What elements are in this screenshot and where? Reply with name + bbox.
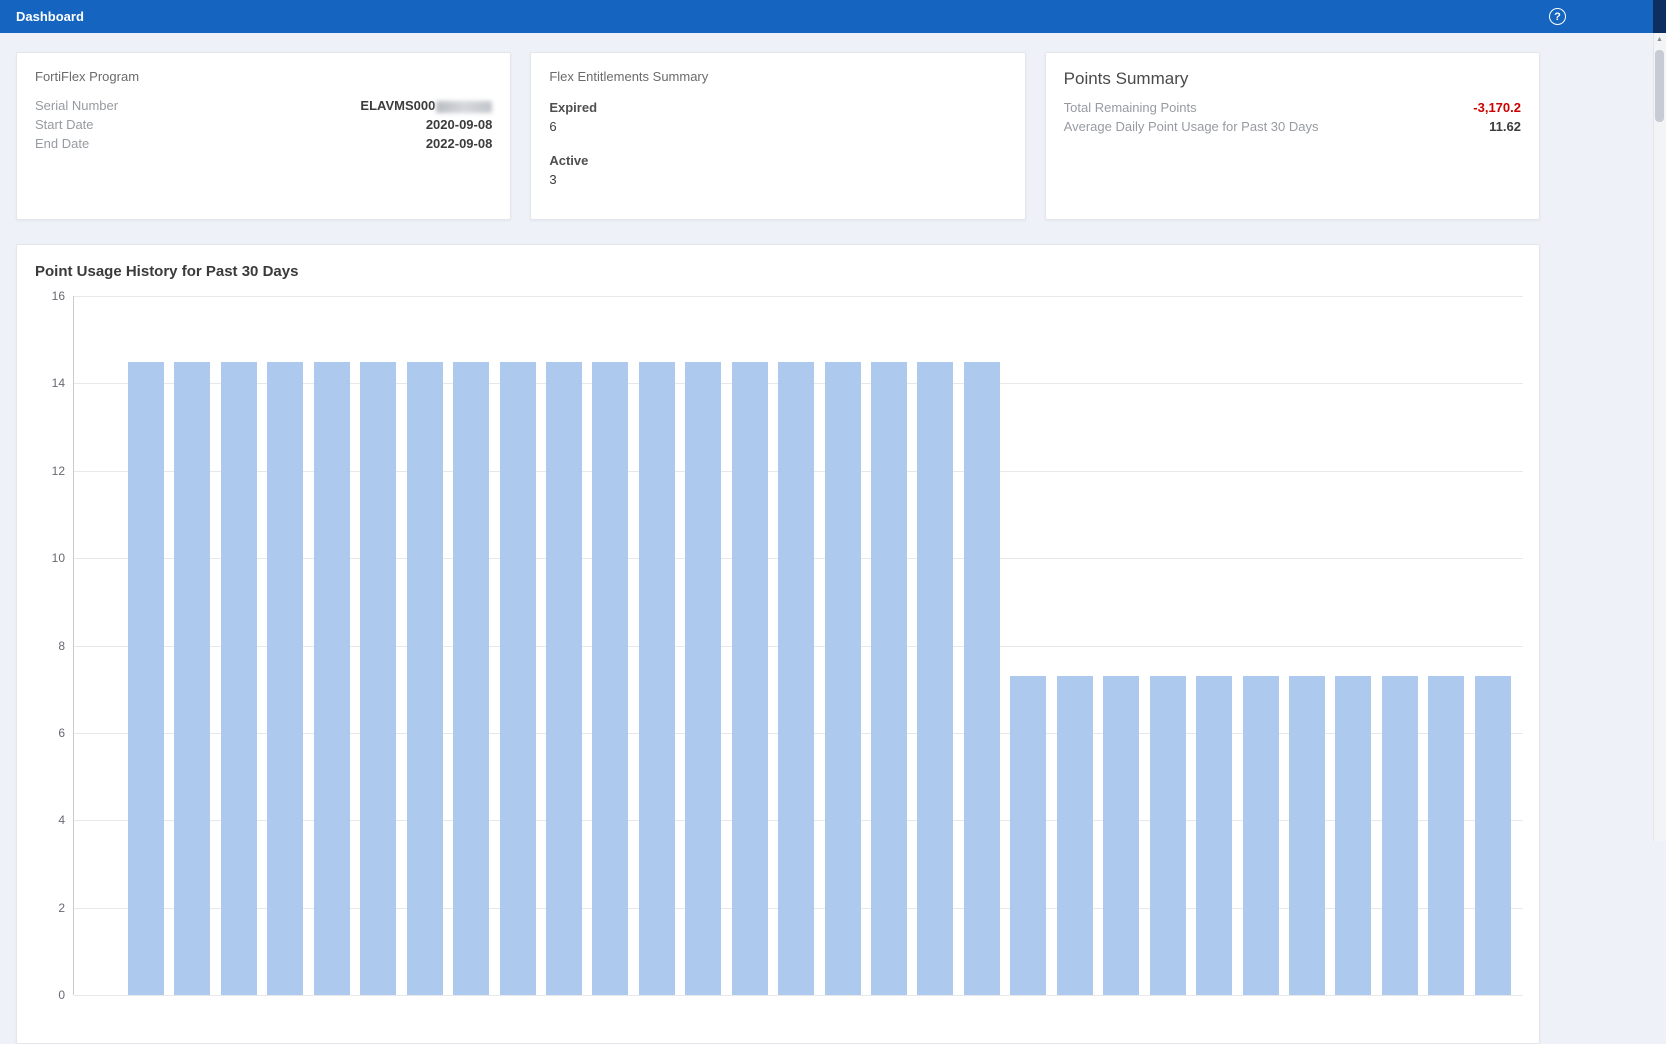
chart-plot xyxy=(73,296,1523,995)
bar-day-29 xyxy=(1428,676,1464,995)
bar-day-14 xyxy=(732,362,768,996)
y-axis-tick-label: 8 xyxy=(58,639,65,653)
bar-day-11 xyxy=(592,362,628,996)
bar-day-12 xyxy=(639,362,675,996)
chart-y-axis: 1614121086420 xyxy=(35,296,73,995)
avg-daily-usage-label: Average Daily Point Usage for Past 30 Da… xyxy=(1064,117,1319,136)
points-card-title: Points Summary xyxy=(1064,69,1521,89)
serial-number-label: Serial Number xyxy=(35,96,118,115)
entitlements-card-title: Flex Entitlements Summary xyxy=(549,69,1006,84)
expired-group: Expired 6 xyxy=(549,98,1006,136)
scrollbar[interactable]: ▲ xyxy=(1653,0,1666,841)
bar-day-20 xyxy=(1010,676,1046,995)
bar-day-10 xyxy=(546,362,582,996)
bar-day-15 xyxy=(778,362,814,996)
y-axis-tick-label: 2 xyxy=(58,901,65,915)
y-axis-tick-label: 6 xyxy=(58,726,65,740)
bar-day-25 xyxy=(1243,676,1279,995)
scrollbar-corner xyxy=(1653,0,1666,33)
start-date-row: Start Date 2020-09-08 xyxy=(35,115,492,134)
card-points-summary: Points Summary Total Remaining Points -3… xyxy=(1045,52,1540,220)
total-remaining-points-row: Total Remaining Points -3,170.2 xyxy=(1064,98,1521,117)
card-point-usage-history: Point Usage History for Past 30 Days 16 1… xyxy=(16,244,1540,1044)
bar-day-22 xyxy=(1103,676,1139,995)
bar-day-16 xyxy=(825,362,861,996)
serial-number-row: Serial Number ELAVMS000 xyxy=(35,96,492,115)
card-fortiflex-program: FortiFlex Program Serial Number ELAVMS00… xyxy=(16,52,511,220)
total-remaining-points-value: -3,170.2 xyxy=(1473,98,1521,117)
main-content: FortiFlex Program Serial Number ELAVMS00… xyxy=(16,52,1540,1044)
fortiflex-card-title: FortiFlex Program xyxy=(35,69,492,84)
bar-day-2 xyxy=(174,362,210,996)
bar-day-24 xyxy=(1196,676,1232,995)
bar-day-27 xyxy=(1335,676,1371,995)
bar-day-18 xyxy=(917,362,953,996)
y-axis-tick-label: 10 xyxy=(52,551,65,565)
bar-day-8 xyxy=(453,362,489,996)
bar-day-23 xyxy=(1150,676,1186,995)
redacted-serial-blur xyxy=(436,101,492,113)
bar-day-4 xyxy=(267,362,303,996)
total-remaining-points-label: Total Remaining Points xyxy=(1064,98,1197,117)
bar-day-1 xyxy=(128,362,164,996)
expired-count: 6 xyxy=(549,117,1006,136)
summary-cards-row: FortiFlex Program Serial Number ELAVMS00… xyxy=(16,52,1540,220)
bar-day-28 xyxy=(1382,676,1418,995)
scrollbar-thumb[interactable] xyxy=(1655,50,1664,122)
bar-day-3 xyxy=(221,362,257,996)
bar-day-6 xyxy=(360,362,396,996)
y-axis-tick-label: 4 xyxy=(58,813,65,827)
y-axis-tick-label: 14 xyxy=(52,376,65,390)
avg-daily-usage-value: 11.62 xyxy=(1489,117,1521,136)
end-date-value: 2022-09-08 xyxy=(426,134,493,153)
y-axis-tick-label: 0 xyxy=(58,988,65,1002)
active-group: Active 3 xyxy=(549,151,1006,189)
bar-day-13 xyxy=(685,362,721,996)
scrollbar-up-arrow[interactable]: ▲ xyxy=(1653,36,1666,43)
serial-number-value: ELAVMS000 xyxy=(360,96,492,115)
top-bar: Dashboard ? xyxy=(0,0,1666,33)
end-date-label: End Date xyxy=(35,134,89,153)
active-count: 3 xyxy=(549,170,1006,189)
bar-day-19 xyxy=(964,362,1000,996)
bar-day-30 xyxy=(1475,676,1511,995)
chart-bars xyxy=(128,296,1511,995)
page-title: Dashboard xyxy=(16,9,84,24)
end-date-row: End Date 2022-09-08 xyxy=(35,134,492,153)
scrollbar-track[interactable] xyxy=(1653,33,1666,841)
bar-day-5 xyxy=(314,362,350,996)
expired-label: Expired xyxy=(549,98,1006,117)
start-date-label: Start Date xyxy=(35,115,94,134)
bar-day-7 xyxy=(407,362,443,996)
avg-daily-usage-row: Average Daily Point Usage for Past 30 Da… xyxy=(1064,117,1521,136)
help-icon[interactable]: ? xyxy=(1549,8,1566,25)
bar-day-26 xyxy=(1289,676,1325,995)
y-axis-tick-label: 12 xyxy=(52,464,65,478)
card-flex-entitlements-summary: Flex Entitlements Summary Expired 6 Acti… xyxy=(530,52,1025,220)
chart-gridline xyxy=(74,995,1523,996)
bar-day-17 xyxy=(871,362,907,996)
start-date-value: 2020-09-08 xyxy=(426,115,493,134)
point-usage-chart: 1614121086420 xyxy=(35,296,1521,995)
bar-day-9 xyxy=(500,362,536,996)
chart-title: Point Usage History for Past 30 Days xyxy=(35,263,1521,280)
y-axis-tick-label: 16 xyxy=(52,289,65,303)
active-label: Active xyxy=(549,151,1006,170)
bar-day-21 xyxy=(1057,676,1093,995)
